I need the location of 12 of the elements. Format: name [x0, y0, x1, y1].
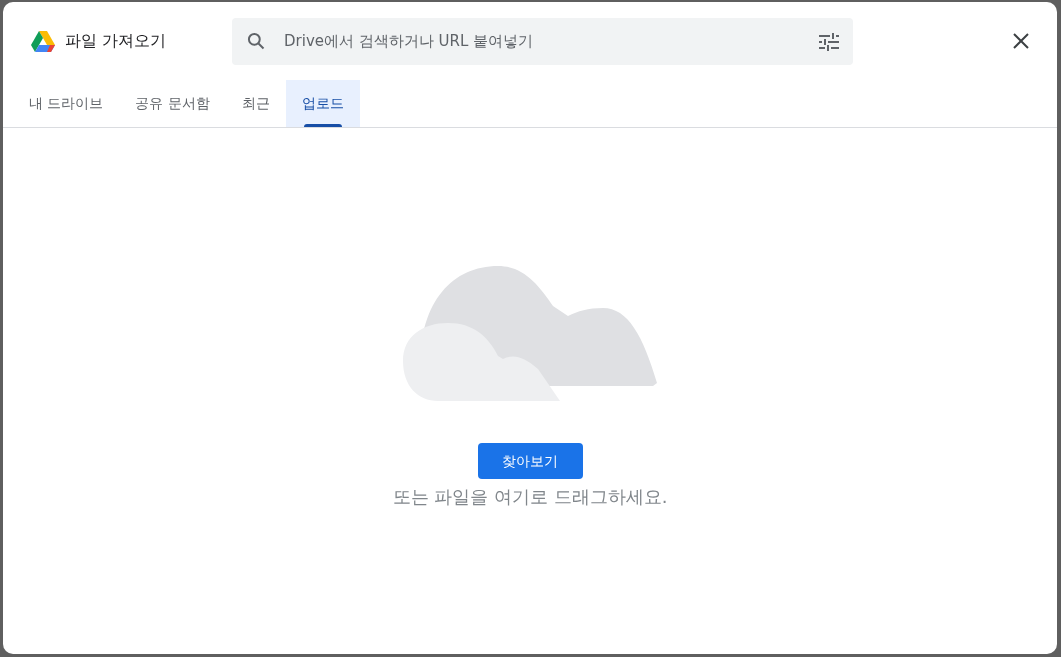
browse-button[interactable]: 찾아보기: [477, 443, 583, 479]
tab[interactable]: 최근: [225, 80, 286, 127]
tab[interactable]: 내 드라이브: [13, 80, 120, 127]
drag-hint: 또는 파일을 여기로 드래그하세요.: [392, 485, 668, 509]
dialog-title: 파일 가져오기: [65, 30, 168, 52]
search-icon: [246, 30, 266, 51]
close-icon[interactable]: [1013, 33, 1029, 49]
filter-sliders-icon[interactable]: [819, 32, 839, 51]
drive-logo-icon: [31, 30, 55, 52]
tab[interactable]: 공유 문서함: [119, 80, 226, 127]
search-field[interactable]: Drive에서 검색하거나 URL 붙여넣기: [232, 17, 853, 65]
tab[interactable]: 업로드: [285, 80, 360, 127]
